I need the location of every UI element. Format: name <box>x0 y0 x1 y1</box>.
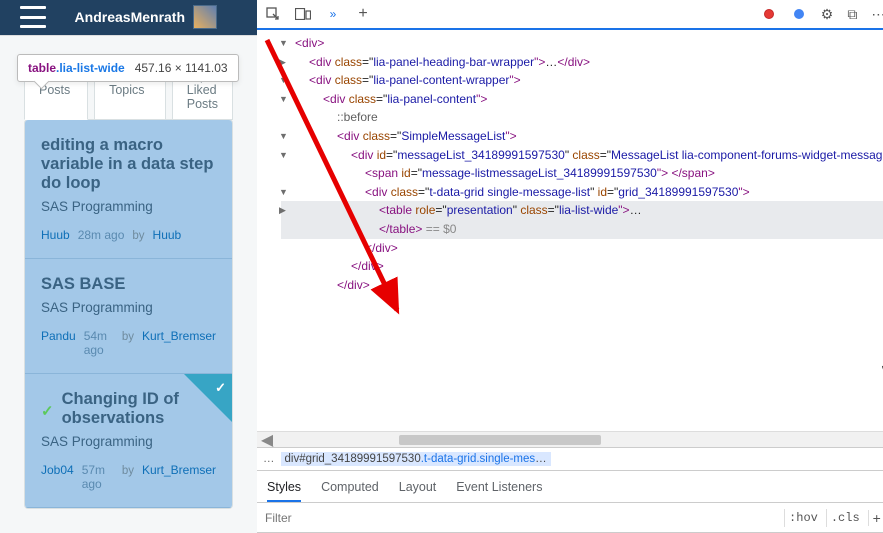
more-icon[interactable]: ⋯ <box>871 6 883 23</box>
dom-tree[interactable]: ▼<div> ▶<div class="lia-panel-heading-ba… <box>257 30 883 431</box>
site-header: AndreasMenrath <box>0 0 257 35</box>
post-meta: Job04 57m ago by Kurt_Bremser <box>41 463 216 491</box>
tab-event-listeners[interactable]: Event Listeners <box>456 472 542 502</box>
inspect-icon[interactable] <box>265 7 281 21</box>
device-icon[interactable] <box>295 7 311 21</box>
post-card[interactable]: SAS BASE SAS Programming Pandu 54m ago b… <box>25 259 232 374</box>
new-rule-icon[interactable]: + <box>868 510 883 526</box>
post-list: editing a macro variable in a data step … <box>25 120 232 508</box>
filter-input[interactable] <box>265 511 780 525</box>
post-meta: Pandu 54m ago by Kurt_Bremser <box>41 329 216 357</box>
post-category[interactable]: SAS Programming <box>41 199 216 214</box>
styles-filter-row: :hov .cls + ▣ <box>257 503 883 533</box>
plus-icon[interactable]: + <box>355 7 371 21</box>
post-category[interactable]: SAS Programming <box>41 300 216 315</box>
post-title[interactable]: editing a macro variable in a data step … <box>41 136 216 193</box>
avatar <box>193 5 217 29</box>
horizontal-scrollbar[interactable]: ◀ ▶ <box>257 431 883 447</box>
more-tabs-icon[interactable]: » <box>325 7 341 21</box>
cursor-icon: ↖ <box>878 357 883 381</box>
devtools: » + ⚙ ⧉ ⋯ ✕ ▼<div> ▶<div class="lia-pane… <box>257 0 883 533</box>
cls-toggle[interactable]: .cls <box>826 509 864 527</box>
breadcrumb-bar[interactable]: … div#grid_34189991597530.t-data-grid.si… <box>257 447 883 471</box>
content-area: table.lia-list-wide 457.16 × 1141.03 Lat… <box>0 36 257 533</box>
element-inspect-tooltip: table.lia-list-wide 457.16 × 1141.03 <box>17 54 239 82</box>
post-card[interactable]: editing a macro variable in a data step … <box>25 120 232 259</box>
blue-dot-icon[interactable] <box>791 7 807 21</box>
devtools-toolbar: » + ⚙ ⧉ ⋯ ✕ <box>257 0 883 30</box>
check-icon: ✓ <box>215 380 226 396</box>
post-card[interactable]: ✓ Changing ID of observations SAS Progra… <box>25 374 232 508</box>
tab-computed[interactable]: Computed <box>321 472 379 502</box>
hamburger-menu-icon[interactable] <box>20 6 46 28</box>
post-title[interactable]: SAS BASE <box>41 275 216 294</box>
post-category[interactable]: SAS Programming <box>41 434 216 449</box>
user-block[interactable]: AndreasMenrath <box>75 5 217 29</box>
link-icon[interactable]: ⧉ <box>847 6 857 23</box>
record-icon[interactable] <box>761 7 777 21</box>
check-icon <box>41 402 54 417</box>
gear-icon[interactable]: ⚙ <box>821 6 834 23</box>
page-left: AndreasMenrath table.lia-list-wide 457.1… <box>0 0 257 533</box>
post-meta: Huub 28m ago by Huub <box>41 228 216 242</box>
styles-tabs: Styles Computed Layout Event Listeners » <box>257 471 883 503</box>
username-label: AndreasMenrath <box>75 9 185 25</box>
selected-node[interactable]: ▶<table role="presentation" class="lia-l… <box>281 201 883 220</box>
tab-layout[interactable]: Layout <box>399 472 437 502</box>
hov-toggle[interactable]: :hov <box>784 509 822 527</box>
posts-panel: editing a macro variable in a data step … <box>24 119 233 509</box>
tab-styles[interactable]: Styles <box>267 472 301 502</box>
